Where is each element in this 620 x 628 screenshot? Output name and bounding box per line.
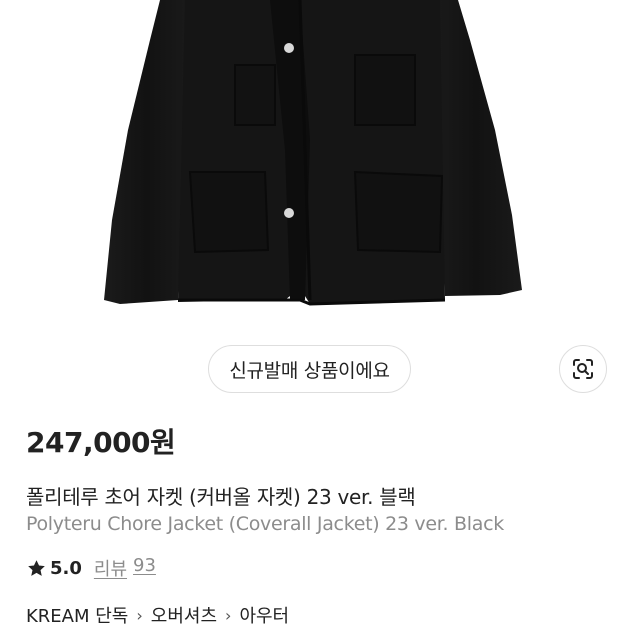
category-breadcrumb: KREAM 단독 › 오버셔츠 › 아우터 <box>26 602 289 628</box>
new-release-badge-label: 신규발매 상품이에요 <box>229 359 390 382</box>
jacket-illustration <box>104 0 522 306</box>
reviews-label: 리뷰 <box>93 559 128 580</box>
breadcrumb-item-outer[interactable]: 아우터 <box>239 602 289 628</box>
product-price: 247,000원 <box>26 426 176 459</box>
breadcrumb-separator: › <box>225 605 232 625</box>
new-release-badge: 신규발매 상품이에요 <box>208 345 411 393</box>
product-title-english: Polyteru Chore Jacket (Coverall Jacket) … <box>26 513 504 535</box>
product-rating: 5.0 리뷰 93 <box>26 555 156 581</box>
reviews-link[interactable]: 리뷰 93 <box>94 555 156 581</box>
breadcrumb-item-overshirt[interactable]: 오버셔츠 <box>151 602 217 628</box>
product-image[interactable] <box>0 0 620 330</box>
product-title-korean: 폴리테루 초어 자켓 (커버올 자켓) 23 ver. 블랙 <box>26 485 416 509</box>
star-icon <box>28 559 45 576</box>
image-search-button[interactable] <box>559 345 607 393</box>
image-search-icon <box>573 359 593 379</box>
rating-score: 5.0 <box>50 557 82 579</box>
breadcrumb-item-kream-exclusive[interactable]: KREAM 단독 <box>26 602 128 628</box>
reviews-count: 93 <box>133 555 156 576</box>
breadcrumb-separator: › <box>136 605 143 625</box>
